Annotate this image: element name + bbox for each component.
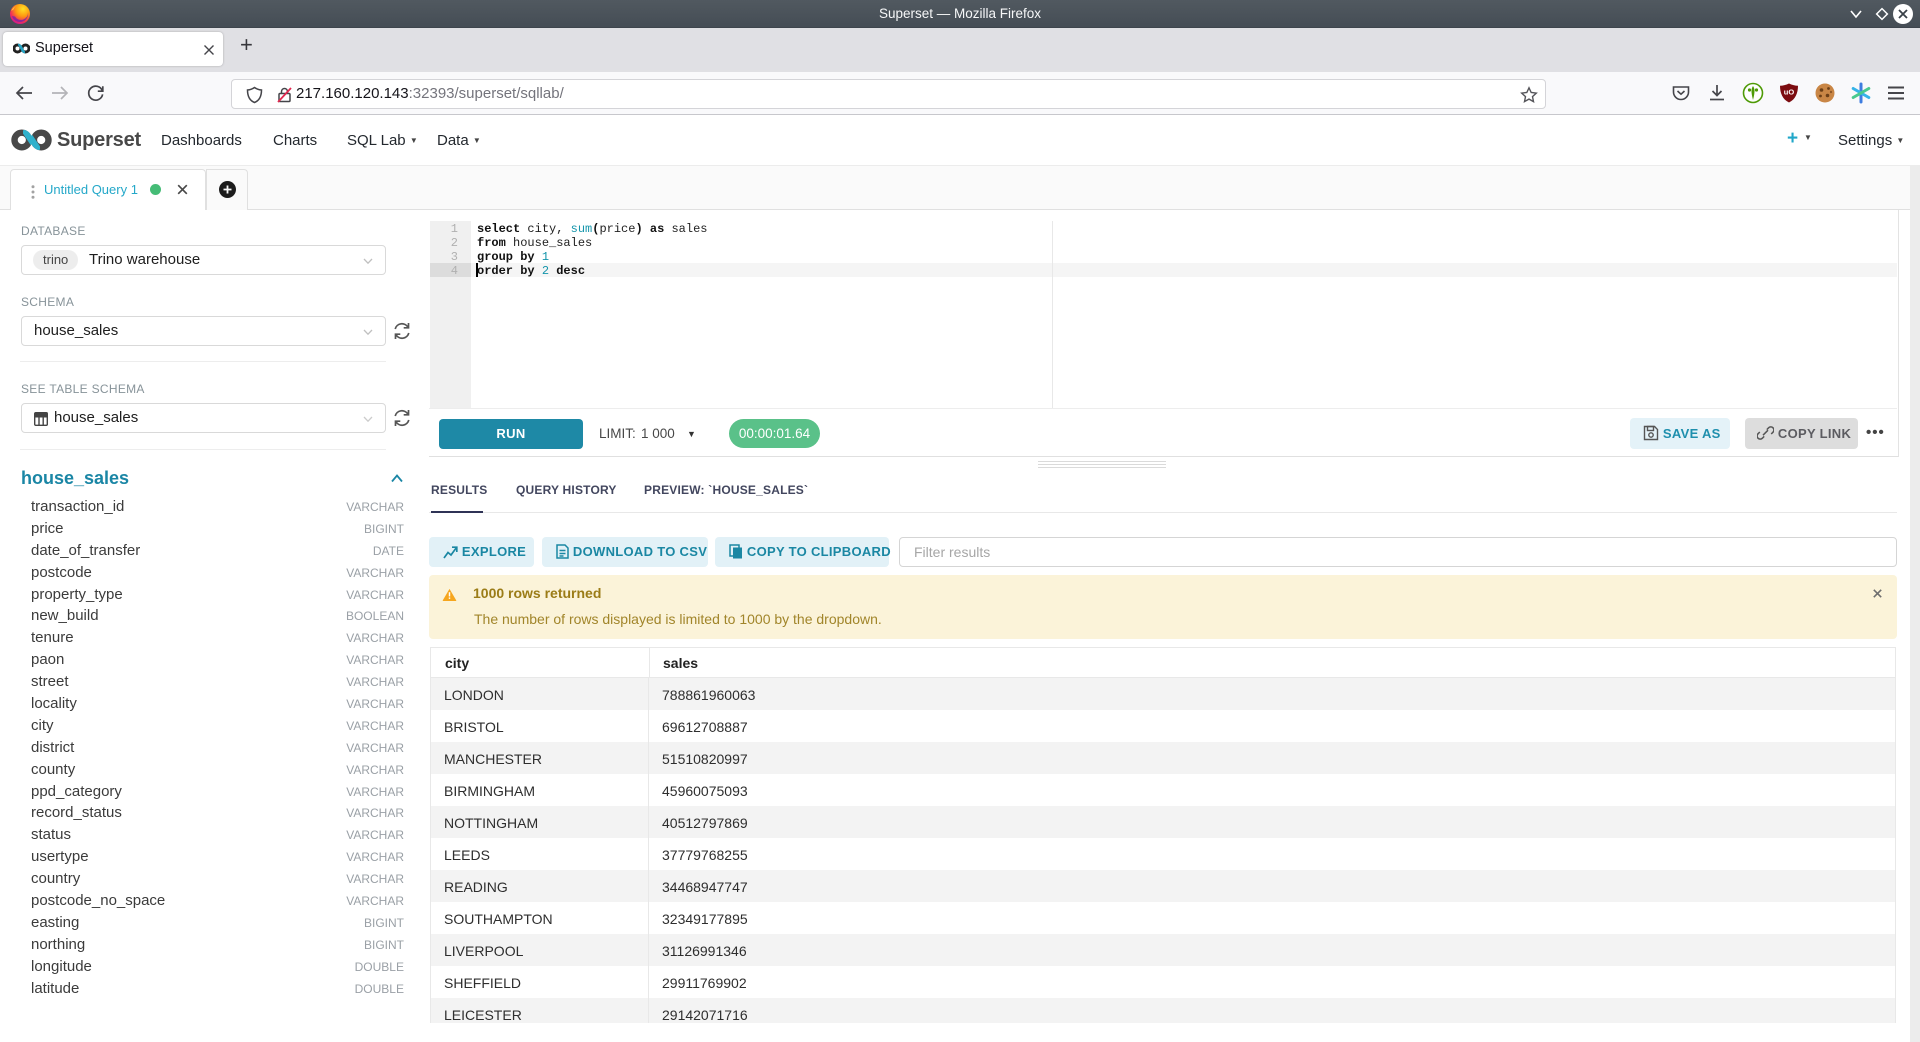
- svg-text:uO: uO: [1784, 88, 1795, 97]
